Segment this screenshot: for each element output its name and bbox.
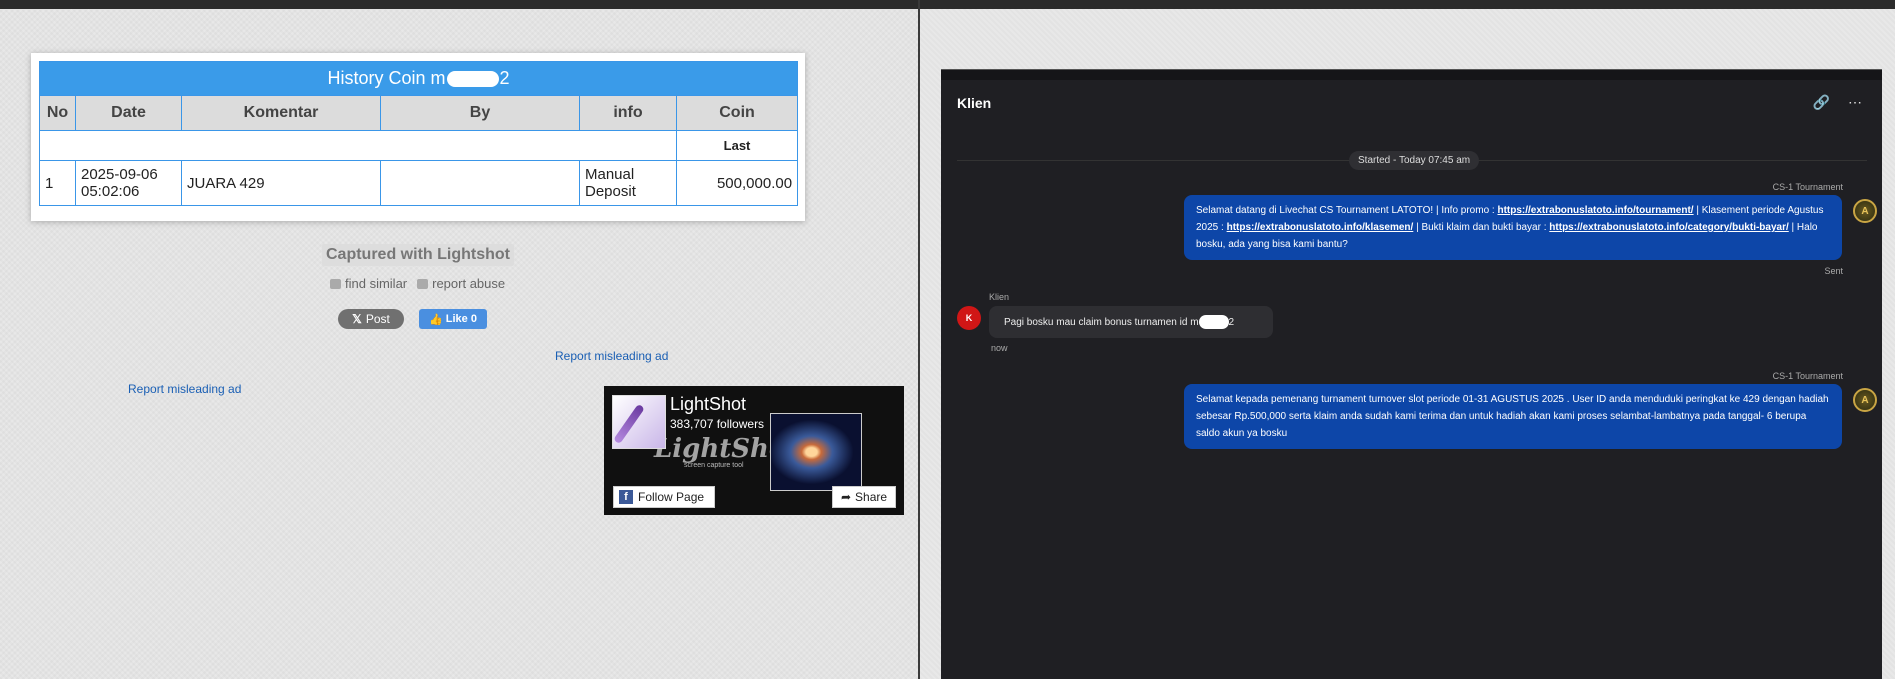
bukti-bayar-link[interactable]: https://extrabonuslatoto.info/category/b… bbox=[1549, 222, 1788, 233]
col-date: Date bbox=[75, 95, 182, 131]
chat-title: Klien bbox=[957, 95, 992, 111]
fb-like-button[interactable]: 👍 Like 0 bbox=[419, 309, 487, 329]
report-abuse-link[interactable]: report abuse bbox=[417, 276, 505, 291]
cell-no: 1 bbox=[39, 160, 76, 206]
klasemen-link[interactable]: https://extrabonuslatoto.info/klasemen/ bbox=[1227, 222, 1414, 233]
link-icon[interactable]: 🔗 bbox=[1813, 94, 1830, 111]
redaction bbox=[446, 71, 499, 88]
follow-page-button[interactable]: f Follow Page bbox=[613, 486, 715, 508]
message-time: now bbox=[991, 343, 1008, 353]
cell-info: Manual Deposit bbox=[579, 160, 677, 206]
page-name[interactable]: LightShot bbox=[670, 394, 746, 415]
screenshot-card: History Coin m2 No Date Komentar By info… bbox=[31, 53, 805, 221]
more-options-icon[interactable]: ⋯ bbox=[1848, 94, 1862, 111]
lightshot-feather-icon[interactable] bbox=[612, 395, 666, 449]
redaction bbox=[1198, 315, 1229, 329]
agent-name-label: CS-1 Tournament bbox=[1772, 371, 1843, 381]
chat-header-actions: 🔗 ⋯ bbox=[1813, 94, 1862, 111]
facebook-icon: f bbox=[619, 490, 633, 504]
thumbs-up-icon: 👍 bbox=[429, 313, 443, 326]
agent-message: Selamat datang di Livechat CS Tournament… bbox=[1184, 195, 1842, 260]
col-coin: Coin bbox=[675, 95, 799, 131]
cell-coin: 500,000.00 bbox=[675, 160, 799, 206]
cell-komentar: JUARA 429 bbox=[181, 160, 381, 206]
share-arrow-icon: ➦ bbox=[840, 490, 852, 504]
report-misleading-ad-link[interactable]: Report misleading ad bbox=[128, 382, 241, 396]
chat-top-strip bbox=[941, 70, 1882, 80]
cell-date: 2025-09-06 05:02:06 bbox=[75, 160, 182, 206]
empty-cell bbox=[39, 130, 677, 161]
share-button[interactable]: ➦ Share bbox=[832, 486, 896, 508]
galaxy-preview-image bbox=[770, 413, 862, 491]
captured-with-lightshot: Captured with Lightshot bbox=[322, 244, 514, 266]
meta-links: find similar report abuse bbox=[330, 276, 505, 291]
client-message: Pagi bosku mau claim bonus turnamen id m… bbox=[989, 306, 1273, 338]
history-title: History Coin m2 bbox=[38, 61, 799, 96]
col-no: No bbox=[39, 95, 76, 131]
agent-avatar: A bbox=[1853, 388, 1877, 412]
facebook-page-widget: LightShot screen capture tool LightShot … bbox=[604, 386, 904, 515]
last-label: Last bbox=[675, 130, 799, 161]
camera-icon bbox=[330, 278, 341, 289]
client-name-label: Klien bbox=[989, 292, 1010, 302]
lightshot-logo-sub: screen capture tool bbox=[684, 462, 744, 469]
agent-name-label: CS-1 Tournament bbox=[1772, 182, 1843, 192]
table-row: 1 2025-09-06 05:02:06 JUARA 429 Manual Dep… bbox=[39, 160, 799, 206]
follower-count: 383,707 followers bbox=[670, 417, 765, 431]
col-by: By bbox=[380, 95, 580, 131]
x-icon: 𝕏 bbox=[352, 312, 362, 326]
history-coin-table: History Coin m2 No Date Komentar By info… bbox=[38, 61, 799, 206]
top-bar bbox=[0, 0, 1895, 9]
agent-avatar: A bbox=[1853, 199, 1877, 223]
promo-link[interactable]: https://extrabonuslatoto.info/tournament… bbox=[1497, 205, 1693, 216]
find-similar-link[interactable]: find similar bbox=[330, 276, 407, 291]
chat-started-badge: Started - Today 07:45 am bbox=[1349, 151, 1480, 170]
livechat-panel: Klien 🔗 ⋯ Started - Today 07:45 am CS-1 … bbox=[941, 69, 1882, 679]
trash-icon bbox=[417, 278, 429, 289]
report-misleading-ad-link[interactable]: Report misleading ad bbox=[555, 349, 668, 363]
col-komentar: Komentar bbox=[181, 95, 381, 131]
sent-status: Sent bbox=[1824, 266, 1843, 276]
x-post-button[interactable]: 𝕏 Post bbox=[338, 309, 404, 329]
agent-message: Selamat kepada pemenang turnament turnov… bbox=[1184, 384, 1842, 449]
cell-by bbox=[380, 160, 580, 206]
col-info: info bbox=[579, 95, 677, 131]
client-avatar: K bbox=[957, 306, 981, 330]
